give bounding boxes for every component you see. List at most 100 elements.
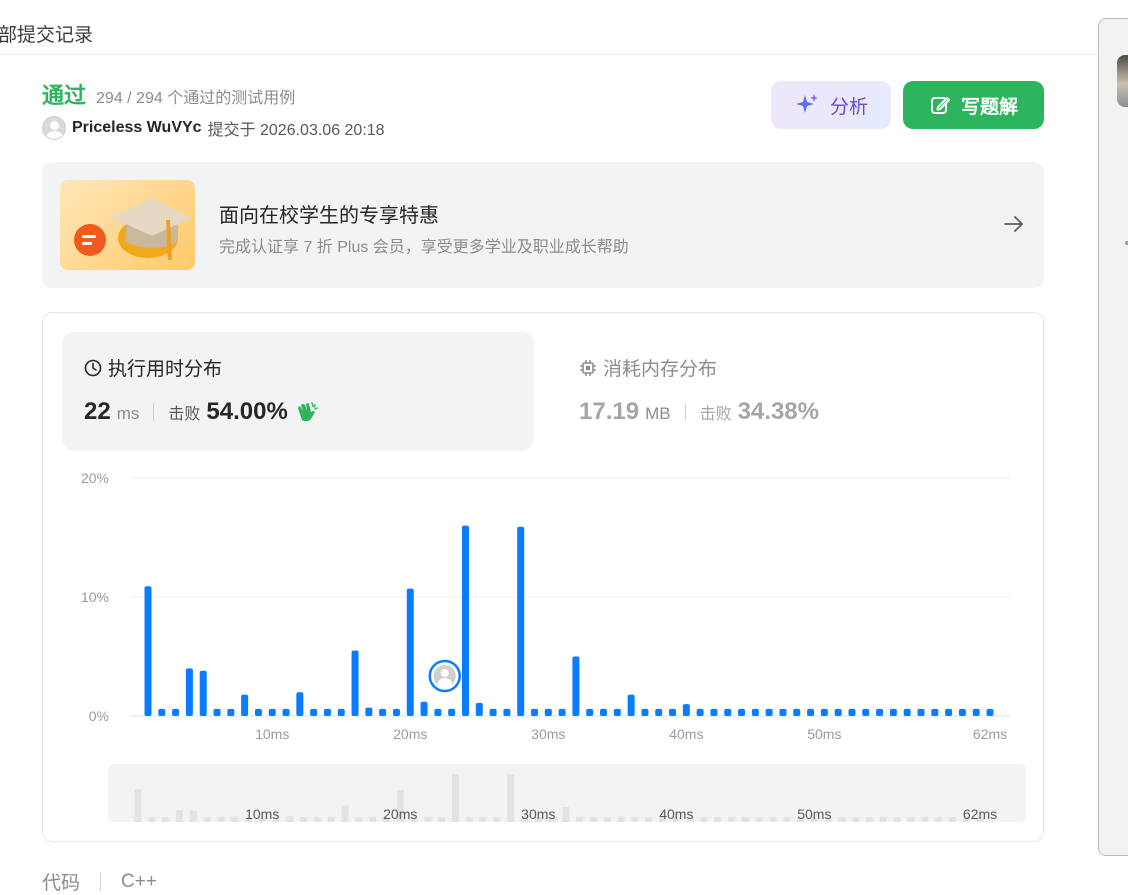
chart-bar: [365, 707, 373, 716]
chart-bar: [172, 708, 180, 716]
navigator-bar: [728, 817, 736, 822]
navigator-bar: [617, 816, 625, 822]
navigator-bar: [838, 817, 846, 822]
navigator-bar: [313, 817, 321, 822]
student-promo-banner[interactable]: 面向在校学生的专享特惠 完成认证享 7 折 Plus 会员，享受更多学业及职业成…: [42, 162, 1044, 288]
chart-bar: [392, 708, 400, 716]
status-row: 通过 294 / 294 个通过的测试用例: [42, 78, 295, 110]
chart-bar: [310, 708, 318, 716]
x-tick-label: 62ms: [973, 726, 1007, 742]
chart-bar: [544, 708, 552, 716]
chart-bar: [254, 708, 262, 716]
chart-bar: [889, 708, 897, 716]
chart-bar: [600, 708, 608, 716]
chart-bar: [572, 656, 580, 716]
chart-bar: [351, 650, 359, 716]
chart-bar: [503, 708, 511, 716]
navigator-bar: [134, 789, 142, 822]
navigator-bar: [369, 817, 377, 822]
side-panel[interactable]: [1098, 18, 1128, 856]
navigator-tick-label: 50ms: [797, 806, 831, 822]
navigator-bar: [935, 817, 943, 822]
chart-bar: [945, 708, 953, 716]
navigator-bar: [286, 816, 294, 822]
chart-bar: [765, 708, 773, 716]
chart-bar: [379, 708, 387, 716]
navigator-bar: [203, 817, 211, 822]
chart-bar: [586, 708, 594, 716]
chart-bar: [158, 708, 166, 716]
navigator-bar: [783, 817, 791, 822]
navigator-bar: [645, 817, 653, 822]
chart-bar: [517, 526, 525, 716]
write-solution-button[interactable]: 写题解: [903, 81, 1044, 129]
navigator-bar: [631, 817, 639, 822]
username[interactable]: Priceless WuVYc: [72, 119, 202, 137]
avatar[interactable]: [42, 116, 66, 140]
navigator-bar: [603, 817, 611, 822]
distribution-card: 执行用时分布 22 ms 击败 54.00% 消耗内存分布 17.19 MB 击…: [42, 312, 1044, 842]
chart-bar: [241, 694, 249, 716]
navigator-bar: [921, 817, 929, 822]
code-header: 代码 C++: [42, 868, 157, 895]
analyze-button[interactable]: 分析: [771, 81, 891, 129]
navigator-bar: [465, 817, 473, 822]
chart-bar: [655, 708, 663, 716]
arrow-right-icon: [1004, 216, 1023, 232]
chart-bar: [558, 708, 566, 716]
submit-time: 提交于 2026.03.06 20:18: [207, 122, 385, 139]
sparkle-icon: [795, 94, 818, 113]
navigator-bar: [355, 817, 363, 822]
x-tick-label: 40ms: [669, 726, 703, 742]
chart-bar: [185, 668, 193, 716]
graduation-cap-icon: [60, 180, 195, 270]
chart-bar: [406, 588, 414, 716]
chart-bar: [682, 704, 690, 716]
submit-info: Priceless WuVYc 提交于 2026.03.06 20:18: [42, 116, 385, 140]
chart-bar: [489, 708, 497, 716]
top-bar: 部提交记录: [0, 0, 1098, 55]
chart-bar: [876, 708, 884, 716]
navigator-bar: [507, 774, 515, 822]
chart-bar: [834, 708, 842, 716]
x-tick-label: 30ms: [531, 726, 565, 742]
navigator-bar: [948, 817, 956, 822]
runtime-distribution-chart[interactable]: 0% 10% 20% 10ms 20ms 30ms 40ms 50ms 62ms 10ms 20ms…: [43, 313, 1043, 841]
side-avatar[interactable]: [1117, 55, 1128, 107]
navigator-bar: [755, 817, 763, 822]
chart-bar: [820, 708, 828, 716]
chart-bar: [337, 708, 345, 716]
navigator-bar: [231, 816, 239, 822]
y-tick-label: 20%: [81, 470, 109, 486]
navigator-bar: [576, 817, 584, 822]
chart-bar: [475, 702, 483, 716]
x-tick-label: 20ms: [393, 726, 427, 742]
chart-bar: [903, 708, 911, 716]
navigator-tick-label: 62ms: [963, 806, 997, 822]
x-tick-label: 50ms: [807, 726, 841, 742]
breadcrumb[interactable]: 部提交记录: [0, 20, 93, 47]
promo-title: 面向在校学生的专享特惠: [219, 205, 439, 227]
chart-bar: [323, 708, 331, 716]
navigator-bar: [175, 810, 183, 822]
navigator-bar: [451, 774, 459, 822]
write-solution-label: 写题解: [960, 96, 1018, 118]
chart-bar: [917, 708, 925, 716]
navigator-tick-label: 30ms: [521, 806, 555, 822]
chart-bar: [296, 692, 304, 716]
chart-bar: [751, 708, 759, 716]
divider: [100, 872, 102, 891]
code-language[interactable]: C++: [121, 871, 157, 893]
promo-subtitle: 完成认证享 7 折 Plus 会员，享受更多学业及职业成长帮助: [219, 239, 629, 256]
chart-bar: [972, 708, 980, 716]
navigator-bar: [852, 817, 860, 822]
status-badge: 通过: [42, 83, 87, 108]
navigator-bar: [341, 805, 349, 822]
y-tick-label: 10%: [81, 589, 109, 605]
chart-range-navigator: 10ms 20ms 30ms 40ms 50ms 62ms: [108, 764, 1026, 822]
chart-bar: [931, 708, 939, 716]
navigator-tick-label: 40ms: [659, 806, 693, 822]
chart-bar: [958, 708, 966, 716]
navigator-bar: [562, 807, 570, 822]
edit-icon: [930, 97, 950, 114]
